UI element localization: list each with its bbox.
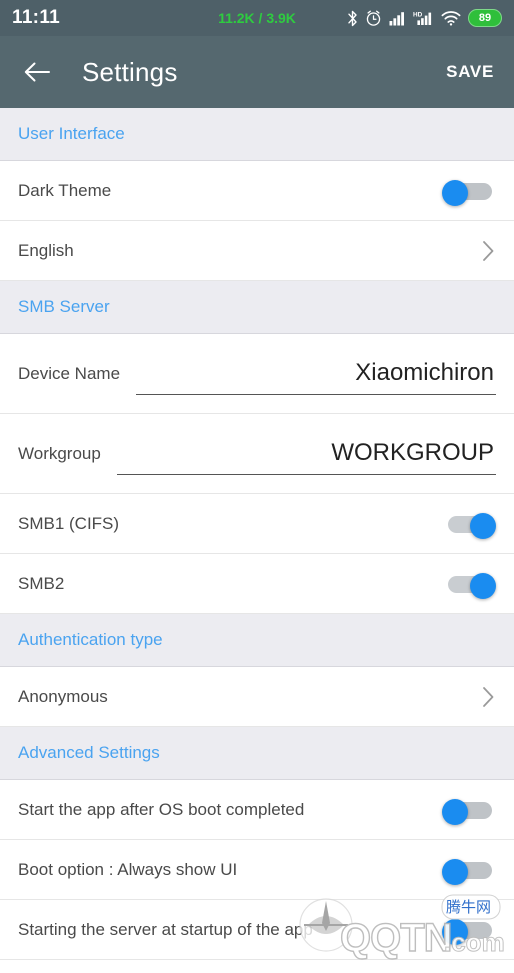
toggle-switch[interactable]	[442, 858, 496, 885]
section-header: SMB Server	[0, 281, 514, 334]
section-header-label: Authentication type	[18, 630, 163, 649]
signal-hd-icon: HD	[413, 10, 434, 26]
wifi-icon	[441, 10, 461, 26]
toggle-thumb	[470, 512, 496, 539]
section-header: Authentication type	[0, 614, 514, 667]
page-title: Settings	[82, 56, 178, 87]
alarm-icon	[365, 10, 382, 27]
section-header-label: User Interface	[18, 124, 125, 143]
settings-row[interactable]: SMB2	[0, 554, 514, 614]
settings-row-label: Start the app after OS boot completed	[18, 799, 305, 819]
settings-row-label: English	[18, 240, 74, 260]
chevron-right-icon	[480, 686, 496, 707]
svg-text:HD: HD	[413, 11, 423, 18]
settings-row[interactable]: Device Name Xiaomichiron	[0, 334, 514, 414]
toggle-switch[interactable]	[442, 918, 496, 945]
signal-icon	[389, 11, 406, 26]
bluetooth-icon	[347, 10, 358, 27]
settings-row-label: Anonymous	[18, 686, 108, 706]
toggle-thumb	[442, 179, 468, 206]
section-header-label: Advanced Settings	[18, 743, 160, 762]
toggle-thumb	[442, 918, 468, 945]
status-bar-clock: 11:11	[12, 7, 60, 28]
toggle-thumb	[442, 798, 468, 825]
settings-row-label: Dark Theme	[18, 180, 112, 200]
settings-row[interactable]: Workgroup WORKGROUP	[0, 414, 514, 494]
text-input[interactable]: WORKGROUP	[116, 433, 496, 475]
toggle-switch[interactable]	[442, 179, 496, 206]
battery-indicator: 89	[468, 9, 502, 27]
toggle-thumb	[442, 858, 468, 885]
text-input-value: WORKGROUP	[331, 439, 494, 466]
settings-row-label: SMB1 (CIFS)	[18, 513, 120, 533]
settings-row[interactable]: SMB1 (CIFS)	[0, 494, 514, 554]
settings-row[interactable]: Boot option : Always show UI	[0, 840, 514, 900]
text-input[interactable]: Xiaomichiron	[136, 353, 496, 395]
text-input-value: Xiaomichiron	[355, 359, 494, 386]
toggle-switch[interactable]	[442, 798, 496, 825]
settings-row-label: Starting the server at startup of the ap…	[18, 919, 313, 939]
section-header: User Interface	[0, 108, 514, 161]
section-header-label: SMB Server	[18, 297, 110, 316]
chevron-right-icon	[480, 240, 496, 261]
settings-row-label: Boot option : Always show UI	[18, 859, 238, 879]
save-button[interactable]: SAVE	[446, 62, 494, 82]
settings-row[interactable]: Start the app after OS boot completed	[0, 780, 514, 840]
settings-row-label: Workgroup	[18, 443, 101, 463]
settings-row-label: SMB2	[18, 573, 65, 593]
status-bar: 11:11 11.2K / 3.9K HD 89	[0, 0, 514, 36]
settings-row[interactable]: Anonymous	[0, 667, 514, 727]
settings-row-label: Device Name	[18, 363, 121, 383]
section-header: Advanced Settings	[0, 727, 514, 780]
toggle-thumb	[470, 572, 496, 599]
settings-row[interactable]: English	[0, 221, 514, 281]
settings-list: User Interface Dark Theme English SMB Serve…	[0, 108, 514, 960]
app-bar: Settings SAVE	[0, 36, 514, 108]
back-arrow-icon[interactable]	[20, 55, 54, 89]
toggle-switch[interactable]	[442, 512, 496, 539]
settings-row[interactable]: Starting the server at startup of the ap…	[0, 900, 514, 960]
settings-row[interactable]: Dark Theme	[0, 161, 514, 221]
status-bar-icons: HD 89	[347, 9, 502, 27]
settings-screen: 11:11 11.2K / 3.9K HD 89 Settings SAVE U…	[0, 0, 514, 973]
toggle-switch[interactable]	[442, 572, 496, 599]
